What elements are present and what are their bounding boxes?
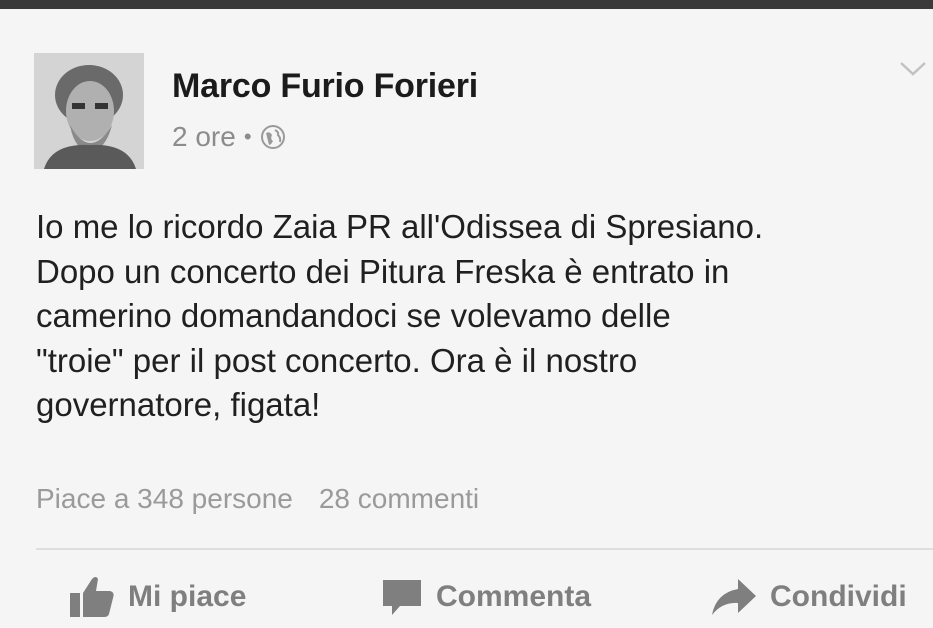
avatar-image (34, 53, 144, 169)
comment-label: Commenta (436, 580, 592, 613)
avatar[interactable] (34, 53, 144, 169)
globe-icon (260, 124, 286, 150)
post-card: Marco Furio Forieri 2 ore • Io me lo ric… (0, 9, 933, 628)
share-label: Condividi (770, 580, 907, 613)
post-meta: 2 ore • (172, 121, 286, 153)
divider (36, 548, 933, 550)
post-stats: Piace a 348 persone 28 commenti (36, 483, 479, 515)
comment-icon (380, 577, 424, 617)
author-name[interactable]: Marco Furio Forieri (172, 67, 478, 106)
like-label: Mi piace (128, 580, 247, 613)
thumbs-up-icon (68, 575, 116, 619)
share-arrow-icon (710, 577, 758, 617)
post-text: Io me lo ricordo Zaia PR all'Odissea di … (36, 208, 764, 423)
meta-separator: • (243, 124, 252, 149)
chevron-down-icon[interactable] (898, 59, 928, 79)
action-bar: Mi piace Commenta Condividi (0, 569, 933, 625)
post-time[interactable]: 2 ore (172, 121, 236, 153)
like-button[interactable]: Mi piace (68, 569, 246, 625)
share-button[interactable]: Condividi (710, 569, 907, 625)
comment-button[interactable]: Commenta (380, 569, 591, 625)
likes-count[interactable]: Piace a 348 persone (36, 483, 293, 515)
comments-count[interactable]: 28 commenti (319, 483, 479, 515)
top-bar (0, 0, 933, 9)
